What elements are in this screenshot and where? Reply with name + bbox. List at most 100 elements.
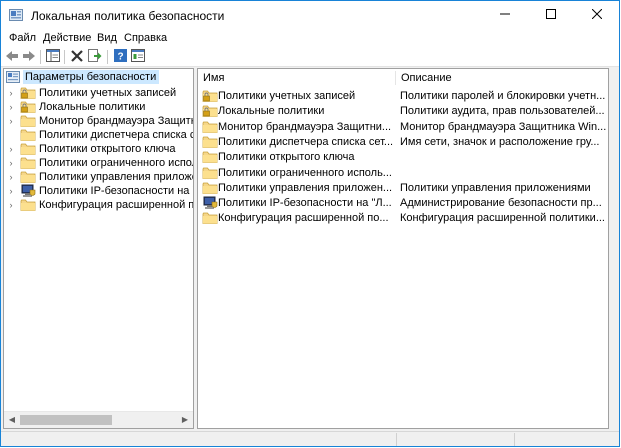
tree-item-label: Политики управления приложениями [39, 171, 193, 183]
tree-item-label: Политики диспетчера списка сетей [39, 129, 193, 141]
list-item-name: Политики ограниченного исполь... [218, 166, 392, 179]
list-item[interactable]: Монитор брандмауэра Защитни... Монитор бр… [198, 120, 608, 135]
help-icon: ? [113, 49, 127, 65]
maximize-icon [546, 9, 556, 22]
menu-action[interactable]: Действие [38, 30, 96, 47]
expand-chevron-icon[interactable] [6, 128, 16, 142]
tree-horizontal-scrollbar[interactable]: ◀ ▶ [4, 411, 193, 428]
tree-item-label: Политики IP-безопасности на "Локальный к… [39, 185, 193, 197]
toolbar-separator [64, 50, 65, 64]
maximize-button[interactable] [528, 1, 574, 30]
expand-chevron-icon[interactable]: › [6, 184, 16, 198]
status-segment [396, 433, 397, 446]
ip-security-icon [202, 196, 218, 211]
list-item-name: Политики учетных записей [218, 90, 356, 102]
folder-icon [20, 114, 36, 128]
minimize-icon [500, 9, 510, 22]
list-item[interactable]: Локальные политики Политики аудита, прав … [198, 104, 608, 119]
folder-lock-icon [20, 100, 36, 114]
window-title: Локальная политика безопасности [31, 9, 225, 23]
expand-chevron-icon[interactable]: › [6, 86, 16, 100]
list-item-name: Конфигурация расширенной по... [218, 212, 389, 225]
list-item-name: Монитор брандмауэра Защитни... [218, 120, 392, 133]
list-item-name: Политики открытого ключа [218, 151, 355, 164]
status-bar [1, 431, 619, 446]
list-item[interactable]: Политики IP-безопасности на "Л... Админис… [198, 196, 608, 211]
toolbar-separator [107, 50, 108, 64]
list-pane[interactable]: Имя Описание Политики учетных записей Пол… [197, 68, 609, 429]
scroll-right-icon[interactable]: ▶ [178, 412, 192, 428]
export-list-button[interactable] [87, 49, 103, 65]
list-item-name: Политики диспетчера списка сет... [218, 135, 393, 148]
tree-item-label: Локальные политики [39, 101, 146, 113]
menu-help[interactable]: Справка [119, 30, 172, 47]
tree-item-label: Политики учетных записей [39, 87, 177, 99]
list-item[interactable]: Политики управления приложен... Политики … [198, 181, 608, 196]
list-item-name: Политики управления приложен... [218, 181, 393, 194]
delete-icon [71, 49, 83, 65]
tree-item-label: Политики ограниченного использования про… [39, 157, 193, 169]
list-item-name: Политики IP-безопасности на "Л... [218, 197, 392, 210]
folder-icon [202, 120, 218, 135]
minimize-button[interactable] [482, 1, 528, 30]
expand-chevron-icon[interactable]: › [6, 156, 16, 170]
folder-lock-icon [202, 104, 218, 119]
list-item[interactable]: Политики ограниченного исполь... [198, 166, 608, 181]
list-item-description: Политики управления приложениями [400, 181, 591, 194]
expand-chevron-icon[interactable]: › [6, 170, 16, 184]
forward-button[interactable] [21, 49, 37, 65]
list-item-description: Конфигурация расширенной политики... [400, 212, 605, 225]
scrollbar-thumb[interactable] [20, 415, 112, 425]
folder-icon [202, 135, 218, 150]
export-list-icon [88, 49, 102, 65]
folder-icon [202, 150, 218, 165]
column-header-name[interactable]: Имя [198, 69, 395, 87]
list-item-name: Локальные политики [218, 105, 325, 118]
list-item[interactable]: Конфигурация расширенной по... Конфигурац… [198, 211, 608, 226]
toolbar-separator [40, 50, 41, 64]
list-item-description: Монитор брандмауэра Защитника Win... [400, 120, 606, 133]
properties-button[interactable] [130, 49, 146, 65]
delete-button[interactable] [69, 49, 85, 65]
list-item[interactable]: Политики диспетчера списка сет... Имя сет… [198, 135, 608, 150]
tree-root-label: Параметры безопасности [23, 70, 160, 84]
list-item-description: Политики аудита, прав пользователей... [400, 105, 605, 118]
tree-item-label: Конфигурация расширенной политики аудита [39, 199, 194, 211]
properties-icon [131, 49, 145, 65]
expand-chevron-icon[interactable]: › [6, 100, 16, 114]
list-item[interactable]: Политики открытого ключа [198, 150, 608, 165]
folder-icon [20, 170, 36, 184]
app-window: Локальная политика безопасности Файл Дей… [0, 0, 620, 447]
folder-lock-icon [202, 89, 218, 104]
status-segment [514, 433, 515, 446]
folder-icon [20, 128, 36, 142]
expand-chevron-icon[interactable]: › [6, 198, 16, 212]
tree-pane[interactable]: Параметры безопасности › Политики учетных… [3, 68, 194, 429]
security-settings-icon [6, 70, 22, 84]
list-item[interactable]: Политики учетных записей Политики паролей… [198, 89, 608, 104]
security-policy-app-icon [9, 8, 23, 22]
scroll-left-icon[interactable]: ◀ [5, 412, 19, 428]
menu-view[interactable]: Вид [92, 30, 122, 47]
tree-item-label: Монитор брандмауэра Защитника Windows в … [39, 115, 193, 127]
expand-chevron-icon[interactable]: › [6, 114, 16, 128]
list-item-description: Администрирование безопасности пр... [400, 197, 602, 210]
help-button[interactable]: ? [112, 49, 128, 65]
list-item-description: Политики паролей и блокировки учетн... [400, 90, 606, 102]
title-bar[interactable]: Локальная политика безопасности [1, 1, 619, 30]
folder-icon [20, 142, 36, 156]
ip-security-icon [20, 184, 36, 198]
column-header-description[interactable]: Описание [396, 69, 608, 87]
show-hide-tree-icon [46, 49, 60, 65]
back-button[interactable] [4, 49, 20, 65]
folder-icon [202, 211, 218, 226]
folder-icon [20, 198, 36, 212]
close-button[interactable] [574, 1, 619, 30]
show-hide-tree-button[interactable] [45, 49, 61, 65]
expand-chevron-icon[interactable]: › [6, 142, 16, 156]
menu-bar: Файл Действие Вид Справка [1, 30, 619, 47]
folder-icon [202, 181, 218, 196]
folder-icon [202, 166, 218, 181]
toolbar: ? [1, 47, 619, 67]
menu-file[interactable]: Файл [4, 30, 41, 47]
